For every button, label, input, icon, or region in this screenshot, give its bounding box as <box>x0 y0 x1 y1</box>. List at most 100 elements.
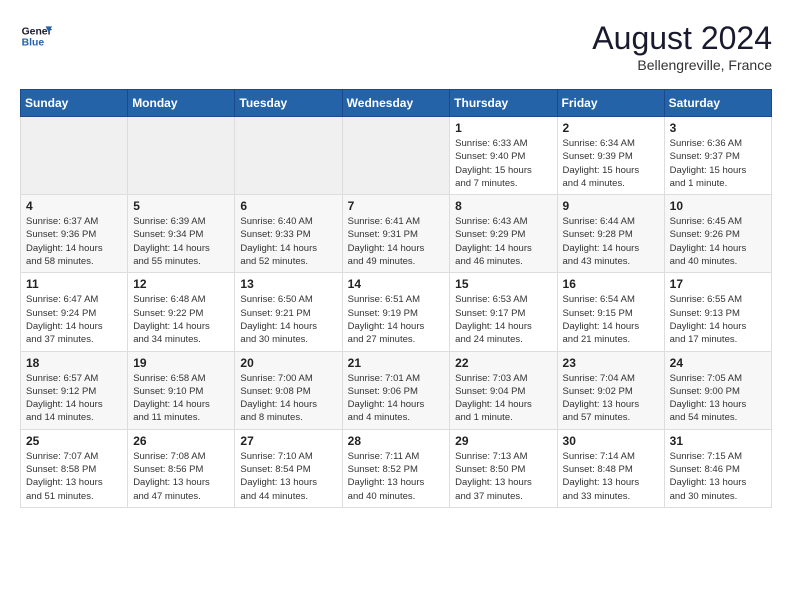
calendar-cell: 1 Sunrise: 6:33 AM Sunset: 9:40 PM Daylig… <box>450 117 557 195</box>
day-info: Sunrise: 6:45 AM Sunset: 9:26 PM Dayligh… <box>670 215 766 268</box>
calendar-cell: 2 Sunrise: 6:34 AM Sunset: 9:39 PM Daylig… <box>557 117 664 195</box>
calendar-cell: 6 Sunrise: 6:40 AM Sunset: 9:33 PM Daylig… <box>235 195 342 273</box>
weekday-header: Sunday <box>21 90 128 117</box>
day-info: Sunrise: 6:57 AM Sunset: 9:12 PM Dayligh… <box>26 372 122 425</box>
day-info: Sunrise: 6:33 AM Sunset: 9:40 PM Dayligh… <box>455 137 551 190</box>
calendar-cell: 23Sunrise: 7:04 AM Sunset: 9:02 PM Dayli… <box>557 351 664 429</box>
calendar-cell: 8Sunrise: 6:43 AM Sunset: 9:29 PM Daylig… <box>450 195 557 273</box>
day-number: 4 <box>26 199 122 213</box>
day-info: Sunrise: 6:40 AM Sunset: 9:33 PM Dayligh… <box>240 215 336 268</box>
calendar-cell: 29 Sunrise: 7:13 AM Sunset: 8:50 PM Dayli… <box>450 429 557 507</box>
day-number: 6 <box>240 199 336 213</box>
day-number: 16 <box>563 277 659 291</box>
day-info: Sunrise: 7:05 AM Sunset: 9:00 PM Dayligh… <box>670 372 766 425</box>
calendar-cell <box>21 117 128 195</box>
calendar-cell: 30 Sunrise: 7:14 AM Sunset: 8:48 PM Dayli… <box>557 429 664 507</box>
calendar-cell: 19 Sunrise: 6:58 AM Sunset: 9:10 PM Dayli… <box>128 351 235 429</box>
page-header: General Blue August 2024 Bellengreville,… <box>20 20 772 73</box>
day-info: Sunrise: 7:07 AM Sunset: 8:58 PM Dayligh… <box>26 450 122 503</box>
calendar-cell: 14 Sunrise: 6:51 AM Sunset: 9:19 PM Dayli… <box>342 273 450 351</box>
weekday-header: Thursday <box>450 90 557 117</box>
calendar-cell: 3 Sunrise: 6:36 AM Sunset: 9:37 PM Daylig… <box>664 117 771 195</box>
day-number: 17 <box>670 277 766 291</box>
day-info: Sunrise: 7:11 AM Sunset: 8:52 PM Dayligh… <box>348 450 445 503</box>
month-year: August 2024 <box>592 20 772 57</box>
day-info: Sunrise: 6:51 AM Sunset: 9:19 PM Dayligh… <box>348 293 445 346</box>
day-info: Sunrise: 6:36 AM Sunset: 9:37 PM Dayligh… <box>670 137 766 190</box>
day-info: Sunrise: 6:39 AM Sunset: 9:34 PM Dayligh… <box>133 215 229 268</box>
calendar-cell: 25 Sunrise: 7:07 AM Sunset: 8:58 PM Dayli… <box>21 429 128 507</box>
calendar-week-row: 18 Sunrise: 6:57 AM Sunset: 9:12 PM Dayli… <box>21 351 772 429</box>
calendar-cell: 18 Sunrise: 6:57 AM Sunset: 9:12 PM Dayli… <box>21 351 128 429</box>
day-info: Sunrise: 6:48 AM Sunset: 9:22 PM Dayligh… <box>133 293 229 346</box>
day-number: 10 <box>670 199 766 213</box>
day-info: Sunrise: 7:00 AM Sunset: 9:08 PM Dayligh… <box>240 372 336 425</box>
location: Bellengreville, France <box>592 57 772 73</box>
day-number: 29 <box>455 434 551 448</box>
calendar-cell: 24 Sunrise: 7:05 AM Sunset: 9:00 PM Dayli… <box>664 351 771 429</box>
day-number: 5 <box>133 199 229 213</box>
day-info: Sunrise: 7:08 AM Sunset: 8:56 PM Dayligh… <box>133 450 229 503</box>
day-number: 27 <box>240 434 336 448</box>
day-number: 25 <box>26 434 122 448</box>
day-number: 18 <box>26 356 122 370</box>
calendar-week-row: 25 Sunrise: 7:07 AM Sunset: 8:58 PM Dayli… <box>21 429 772 507</box>
calendar-cell: 16 Sunrise: 6:54 AM Sunset: 9:15 PM Dayli… <box>557 273 664 351</box>
day-info: Sunrise: 6:58 AM Sunset: 9:10 PM Dayligh… <box>133 372 229 425</box>
day-number: 31 <box>670 434 766 448</box>
day-number: 14 <box>348 277 445 291</box>
calendar-cell: 27 Sunrise: 7:10 AM Sunset: 8:54 PM Dayli… <box>235 429 342 507</box>
day-info: Sunrise: 6:41 AM Sunset: 9:31 PM Dayligh… <box>348 215 445 268</box>
day-number: 21 <box>348 356 445 370</box>
day-number: 2 <box>563 121 659 135</box>
day-number: 24 <box>670 356 766 370</box>
calendar-cell: 4Sunrise: 6:37 AM Sunset: 9:36 PM Daylig… <box>21 195 128 273</box>
day-info: Sunrise: 7:03 AM Sunset: 9:04 PM Dayligh… <box>455 372 551 425</box>
day-number: 1 <box>455 121 551 135</box>
calendar-cell: 11Sunrise: 6:47 AM Sunset: 9:24 PM Dayli… <box>21 273 128 351</box>
calendar-week-row: 1 Sunrise: 6:33 AM Sunset: 9:40 PM Daylig… <box>21 117 772 195</box>
weekday-header: Wednesday <box>342 90 450 117</box>
day-info: Sunrise: 7:14 AM Sunset: 8:48 PM Dayligh… <box>563 450 659 503</box>
logo-icon: General Blue <box>20 20 52 52</box>
day-info: Sunrise: 7:04 AM Sunset: 9:02 PM Dayligh… <box>563 372 659 425</box>
day-info: Sunrise: 7:10 AM Sunset: 8:54 PM Dayligh… <box>240 450 336 503</box>
logo: General Blue <box>20 20 52 52</box>
day-info: Sunrise: 6:55 AM Sunset: 9:13 PM Dayligh… <box>670 293 766 346</box>
day-number: 8 <box>455 199 551 213</box>
day-info: Sunrise: 6:50 AM Sunset: 9:21 PM Dayligh… <box>240 293 336 346</box>
calendar-header-row: SundayMondayTuesdayWednesdayThursdayFrid… <box>21 90 772 117</box>
day-info: Sunrise: 6:34 AM Sunset: 9:39 PM Dayligh… <box>563 137 659 190</box>
day-number: 12 <box>133 277 229 291</box>
weekday-header: Monday <box>128 90 235 117</box>
title-block: August 2024 Bellengreville, France <box>592 20 772 73</box>
calendar-cell: 17 Sunrise: 6:55 AM Sunset: 9:13 PM Dayli… <box>664 273 771 351</box>
calendar-week-row: 11Sunrise: 6:47 AM Sunset: 9:24 PM Dayli… <box>21 273 772 351</box>
calendar-cell: 9 Sunrise: 6:44 AM Sunset: 9:28 PM Daylig… <box>557 195 664 273</box>
weekday-header: Friday <box>557 90 664 117</box>
day-number: 26 <box>133 434 229 448</box>
day-number: 11 <box>26 277 122 291</box>
weekday-header: Saturday <box>664 90 771 117</box>
day-number: 30 <box>563 434 659 448</box>
calendar-week-row: 4Sunrise: 6:37 AM Sunset: 9:36 PM Daylig… <box>21 195 772 273</box>
day-info: Sunrise: 7:01 AM Sunset: 9:06 PM Dayligh… <box>348 372 445 425</box>
day-number: 22 <box>455 356 551 370</box>
day-number: 9 <box>563 199 659 213</box>
day-number: 28 <box>348 434 445 448</box>
calendar-cell: 7Sunrise: 6:41 AM Sunset: 9:31 PM Daylig… <box>342 195 450 273</box>
day-number: 15 <box>455 277 551 291</box>
day-info: Sunrise: 6:44 AM Sunset: 9:28 PM Dayligh… <box>563 215 659 268</box>
calendar-cell: 22 Sunrise: 7:03 AM Sunset: 9:04 PM Dayli… <box>450 351 557 429</box>
calendar-cell: 13 Sunrise: 6:50 AM Sunset: 9:21 PM Dayli… <box>235 273 342 351</box>
day-number: 13 <box>240 277 336 291</box>
day-number: 19 <box>133 356 229 370</box>
day-info: Sunrise: 7:13 AM Sunset: 8:50 PM Dayligh… <box>455 450 551 503</box>
calendar-cell: 26 Sunrise: 7:08 AM Sunset: 8:56 PM Dayli… <box>128 429 235 507</box>
day-info: Sunrise: 6:53 AM Sunset: 9:17 PM Dayligh… <box>455 293 551 346</box>
day-info: Sunrise: 6:54 AM Sunset: 9:15 PM Dayligh… <box>563 293 659 346</box>
calendar-cell: 21 Sunrise: 7:01 AM Sunset: 9:06 PM Dayli… <box>342 351 450 429</box>
calendar-cell: 12 Sunrise: 6:48 AM Sunset: 9:22 PM Dayli… <box>128 273 235 351</box>
day-number: 20 <box>240 356 336 370</box>
day-number: 3 <box>670 121 766 135</box>
